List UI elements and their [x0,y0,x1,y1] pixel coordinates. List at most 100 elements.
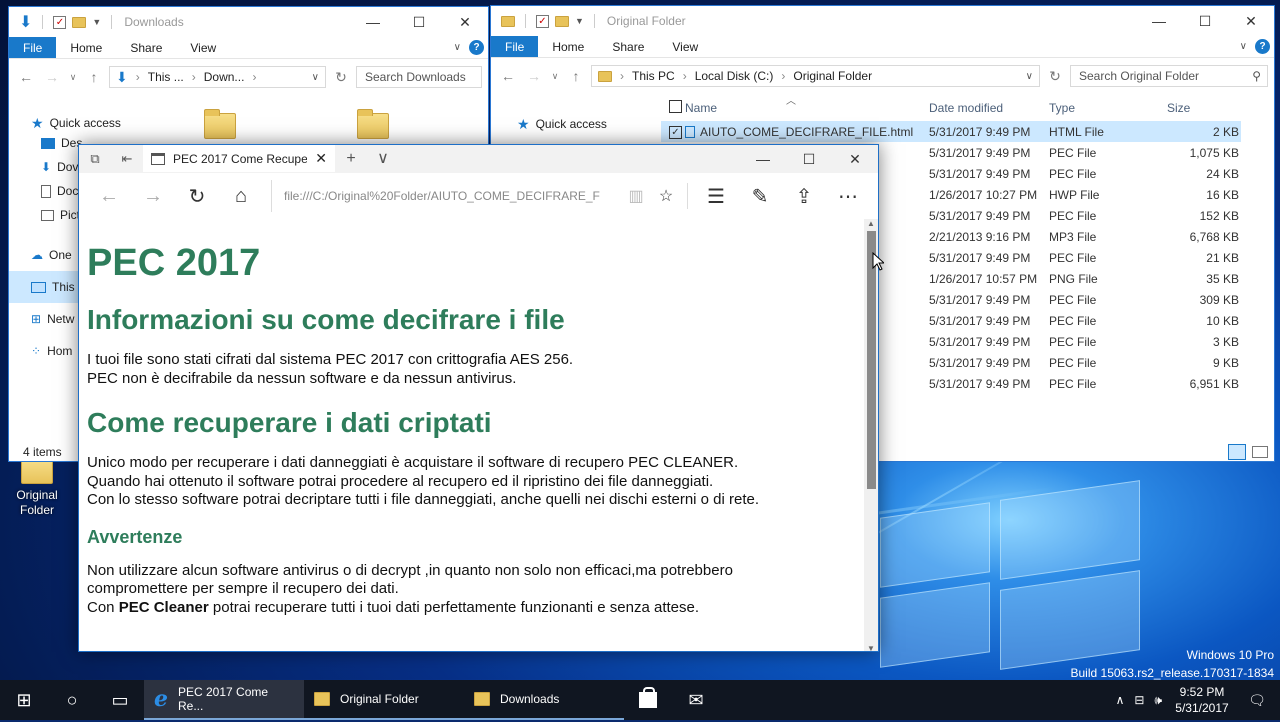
qat-dropdown-icon[interactable]: ▼ [575,16,584,26]
maximize-button[interactable]: ☐ [396,7,442,37]
clock[interactable]: 9:52 PM 5/31/2017 [1172,684,1232,716]
network-icon[interactable]: ⊟ [1134,693,1144,707]
nav-item-onedrive[interactable]: ☁ One [31,239,79,271]
close-button[interactable]: ✕ [442,7,488,37]
nav-item-documents[interactable]: Doc [41,179,82,203]
volume-icon[interactable]: 🕪 [1154,693,1162,708]
back-button[interactable]: ← [15,69,37,85]
tab-view[interactable]: View [658,36,712,57]
expand-ribbon-icon[interactable]: ∨ [1240,41,1247,52]
properties-icon[interactable]: ✓ [536,14,549,28]
web-note-icon[interactable]: ✎ [738,184,782,209]
downloads-titlebar[interactable]: ⬇ ✓ ▼ Downloads — ☐ ✕ [9,7,488,37]
large-icons-view-icon[interactable] [1252,446,1268,458]
file-tab[interactable]: File [491,36,539,57]
address-bar[interactable]: file:///C:/Original%20Folder/AIUTO_COME_… [271,180,681,212]
breadcrumb-item[interactable]: Local Disk (C:) [695,69,774,83]
breadcrumb-item[interactable]: This ... [148,70,184,84]
back-icon[interactable]: ← [87,185,131,208]
nav-item-homegroup[interactable]: ⁘ Hom [31,335,79,367]
tab-preview-icon[interactable]: ∨ [367,145,399,172]
help-icon[interactable]: ? [469,40,484,55]
quick-access-item[interactable]: ★ Quick access [517,108,607,140]
scroll-up-icon[interactable]: ▲ [864,219,878,228]
up-button[interactable]: ↑ [83,69,105,85]
qat-dropdown-icon[interactable]: ▼ [92,17,101,27]
maximize-button[interactable]: ☐ [1182,6,1228,36]
minimize-button[interactable]: — [740,145,786,173]
address-bar[interactable]: ⬇ › This ... › Down... › ∨ [109,66,326,88]
share-icon[interactable]: ⇪ [782,184,826,209]
close-button[interactable]: ✕ [1228,6,1274,36]
action-center-icon[interactable]: 🗨 [1242,692,1272,709]
more-icon[interactable]: ⋯ [826,184,870,209]
taskbar-app-edge[interactable]: e PEC 2017 Come Re... [144,680,304,720]
tab-share[interactable]: Share [598,36,658,57]
search-input[interactable]: Search Original Folder ⚲ [1070,65,1268,87]
folder-icon[interactable] [204,109,236,139]
favorite-star-icon[interactable]: ☆ [651,186,681,206]
table-row[interactable]: ✓ AIUTO_COME_DECIFRARE_FILE.html 5/31/20… [661,121,1241,142]
select-all-checkbox[interactable] [669,100,682,113]
up-button[interactable]: ↑ [565,68,587,84]
tab-view[interactable]: View [176,37,230,58]
row-checkbox[interactable]: ✓ [669,126,682,139]
reading-view-icon[interactable]: ▥ [621,186,651,206]
forward-icon[interactable]: → [131,185,175,208]
breadcrumb-item[interactable]: This PC [632,69,675,83]
recent-locations-icon[interactable]: ∨ [549,71,561,82]
nav-item-this-pc[interactable]: This [9,271,79,303]
tab-share[interactable]: Share [116,37,176,58]
hub-icon[interactable]: ☰ [694,184,738,209]
new-folder-icon[interactable] [72,16,87,28]
minimize-button[interactable]: — [350,7,396,37]
taskbar-app-original-folder[interactable]: Original Folder [304,680,464,720]
new-tab-icon[interactable]: + [335,145,367,172]
address-dropdown-icon[interactable]: ∨ [1026,71,1033,82]
set-aside-tabs-icon[interactable]: ⇤ [111,145,143,172]
minimize-button[interactable]: — [1136,6,1182,36]
properties-icon[interactable]: ✓ [53,15,67,29]
mail-icon[interactable]: ✉ [672,680,720,720]
column-type[interactable]: Type [1049,101,1167,115]
tab-active[interactable]: PEC 2017 Come Recupe ✕ [143,145,335,172]
tab-home[interactable]: Home [56,37,116,58]
refresh-icon[interactable]: ↻ [1044,68,1066,85]
taskbar-app-downloads[interactable]: Downloads [464,680,624,720]
refresh-icon[interactable]: ↻ [175,184,219,209]
home-icon[interactable]: ⌂ [219,185,263,208]
file-tab[interactable]: File [9,37,57,58]
tab-home[interactable]: Home [538,36,598,57]
original-titlebar[interactable]: ✓ ▼ Original Folder — ☐ ✕ [491,6,1274,36]
new-folder-icon[interactable] [555,15,569,27]
address-bar[interactable]: › This PC › Local Disk (C:) › Original F… [591,65,1040,87]
column-name[interactable]: Name [685,101,929,115]
breadcrumb-item[interactable]: Down... [204,70,245,84]
nav-item-network[interactable]: ⊞ Netw [31,303,79,335]
details-view-icon[interactable] [1228,444,1246,460]
column-date[interactable]: Date modified [929,101,1049,115]
address-dropdown-icon[interactable]: ∨ [312,72,319,83]
cortana-icon[interactable]: ○ [48,680,96,720]
nav-item-desktop[interactable]: Des [41,131,82,155]
store-icon[interactable] [624,680,672,720]
tabs-aside-icon[interactable]: ⧉ [79,145,111,172]
vertical-scrollbar[interactable]: ▲ ▼ [864,219,878,651]
column-size[interactable]: Size [1167,101,1239,115]
forward-button[interactable]: → [523,68,545,84]
scroll-down-icon[interactable]: ▼ [864,644,878,651]
breadcrumb-item[interactable]: Original Folder [793,69,872,83]
nav-item-downloads[interactable]: ⬇ Dov [41,155,82,179]
show-hidden-icons[interactable]: ∧ [1116,693,1125,707]
help-icon[interactable]: ? [1255,39,1270,54]
folder-icon[interactable] [357,109,389,139]
refresh-icon[interactable]: ↻ [330,69,352,86]
expand-ribbon-icon[interactable]: ∨ [454,42,461,53]
search-input[interactable]: Search Downloads [356,66,482,88]
desktop-icon-original-folder[interactable]: Original Folder [10,454,64,518]
recent-locations-icon[interactable]: ∨ [67,72,79,83]
task-view-icon[interactable]: ▭ [96,680,144,720]
back-button[interactable]: ← [497,68,519,84]
maximize-button[interactable]: ☐ [786,145,832,173]
nav-item-pictures[interactable]: Pict [41,203,82,227]
